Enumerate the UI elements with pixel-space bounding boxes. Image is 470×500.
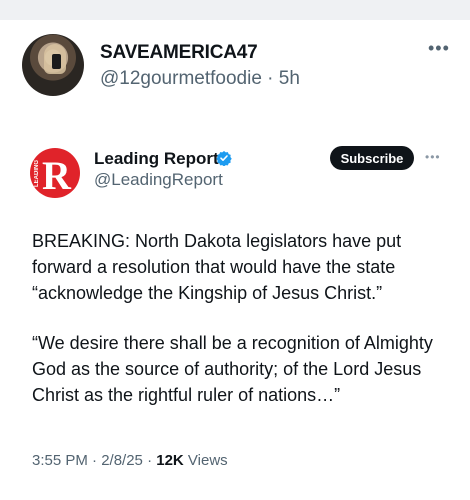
post-timestamp[interactable]: 3:55 PM · 2/8/25 ·: [32, 452, 156, 469]
post-meta: 3:55 PM · 2/8/25 · 12K Views: [32, 452, 228, 469]
author-handle-time[interactable]: @12gourmetfoodie · 5h: [100, 68, 300, 90]
quoted-author-name[interactable]: Leading Report: [94, 149, 219, 169]
views-label: Views: [183, 452, 228, 469]
avatar-phone: [52, 54, 61, 69]
quoted-more-icon[interactable]: •••: [425, 150, 441, 164]
avatar[interactable]: [22, 34, 84, 96]
logo-strip-text: LEADING: [34, 160, 40, 187]
post-text-paragraph-2: “We desire there shall be a recognition …: [32, 333, 433, 405]
post-text-paragraph-1: BREAKING: North Dakota legislators have …: [32, 231, 402, 303]
top-separator: [0, 0, 470, 20]
subscribe-button[interactable]: Subscribe: [330, 146, 414, 170]
logo-letter: R: [42, 153, 71, 198]
author-name[interactable]: SAVEAMERICA47: [100, 42, 258, 64]
views-count: 12K: [156, 452, 184, 469]
leading-report-logo[interactable]: LEADING R: [30, 148, 80, 198]
more-icon[interactable]: •••: [428, 38, 450, 59]
verified-badge-icon: [216, 151, 232, 166]
quoted-author-handle[interactable]: @LeadingReport: [94, 170, 223, 190]
